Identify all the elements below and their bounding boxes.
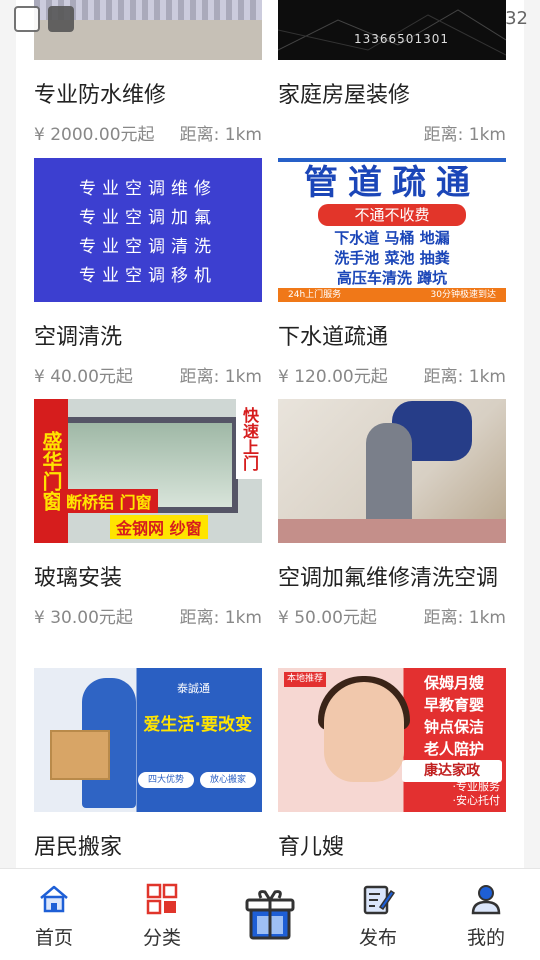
thumbnail-services: ·专业服务 ·安心托付 bbox=[453, 780, 501, 808]
tab-mine[interactable]: 我的 bbox=[432, 869, 540, 960]
thumbnail-line: 金钢网 纱窗 bbox=[110, 515, 208, 539]
service-price: ¥ 120.00元起 bbox=[278, 367, 388, 387]
tab-category[interactable]: 分类 bbox=[108, 869, 216, 960]
technician-graphic bbox=[366, 423, 412, 533]
thumbnail-line: ·专业服务 bbox=[452, 780, 501, 793]
thumbnail-tagline: 快速上门 bbox=[236, 399, 262, 479]
thumbnail-heading: 爱生活·要改变 bbox=[143, 715, 252, 735]
box-graphic bbox=[50, 730, 110, 780]
tab-gift[interactable] bbox=[216, 869, 324, 960]
home-icon bbox=[40, 885, 68, 913]
thumbnail-line: 早教育婴 bbox=[423, 696, 484, 714]
thumbnail-line: 保姆月嫂 bbox=[423, 674, 484, 692]
service-feed[interactable]: 专业防水维修 ¥ 2000.00元起 距离: 1km 13366501301 家… bbox=[16, 0, 524, 870]
thumbnail-footer: 24h上门服务 30分钟极速到达 bbox=[278, 288, 506, 302]
thumbnail-band: 不通不收费 bbox=[318, 204, 466, 226]
thumbnail-line: 断桥铝 门窗 bbox=[60, 489, 158, 513]
service-distance: 距离: 1km bbox=[423, 608, 506, 628]
thumbnail-brand: 盛华门窗 bbox=[34, 399, 68, 543]
thumbnail-line: 专业空调清洗 bbox=[79, 237, 217, 257]
thumbnail-line: 专业空调维修 bbox=[79, 179, 217, 199]
service-meta: 距离: 1km bbox=[278, 120, 506, 145]
user-icon bbox=[471, 885, 501, 915]
service-title: 空调加氟维修清洗空调 bbox=[278, 566, 499, 591]
service-card[interactable]: 管道疏通 不通不收费 下水道 马桶 地漏 洗手池 菜池 抽粪 高压车清洗 蹲坑 … bbox=[278, 158, 506, 387]
service-distance: 距离: 1km bbox=[179, 367, 262, 387]
portrait-face bbox=[324, 682, 404, 782]
thumbnail-pill: 放心搬家 bbox=[200, 772, 256, 788]
thumbnail-line: 洗手池 菜池 抽粪 bbox=[334, 249, 450, 267]
service-card[interactable]: 13366501301 家庭房屋装修 距离: 1km bbox=[278, 0, 506, 145]
status-icons bbox=[14, 6, 74, 32]
service-distance: 距离: 1km bbox=[179, 125, 262, 145]
service-title: 居民搬家 bbox=[34, 835, 123, 860]
service-title: 空调清洗 bbox=[34, 325, 123, 350]
service-price: ¥ 40.00元起 bbox=[34, 367, 133, 387]
thumbnail-line: 钟点保洁 bbox=[423, 718, 484, 736]
notification-icon bbox=[48, 6, 74, 32]
service-card[interactable]: 泰誠通 爱生活·要改变 四大优势 放心搬家 居民搬家 bbox=[34, 668, 262, 862]
thumbnail-line: 高压车清洗 蹲坑 bbox=[336, 269, 448, 287]
service-title: 玻璃安装 bbox=[34, 566, 123, 591]
wireframe-graphic bbox=[278, 9, 506, 56]
service-thumbnail[interactable]: 泰誠通 爱生活·要改变 四大优势 放心搬家 bbox=[34, 668, 262, 812]
service-meta: ¥ 40.00元起 距离: 1km bbox=[34, 362, 262, 387]
service-card[interactable]: 本地推荐 保姆月嫂 早教育婴 钟点保洁 老人陪护 康达家政 ·专业服务 ·安心托… bbox=[278, 668, 506, 862]
thumbnail-lines: 保姆月嫂 早教育婴 钟点保洁 老人陪护 bbox=[406, 672, 502, 760]
service-meta: ¥ 120.00元起 距离: 1km bbox=[278, 362, 506, 387]
status-time: 32 bbox=[505, 8, 528, 29]
service-distance: 距离: 1km bbox=[423, 125, 506, 145]
service-thumbnail[interactable]: 13366501301 bbox=[278, 0, 506, 60]
service-distance: 距离: 1km bbox=[423, 367, 506, 387]
service-distance: 距离: 1km bbox=[179, 608, 262, 628]
bottom-tab-bar: 首页 分类 发布 我的 bbox=[0, 868, 540, 960]
service-meta: ¥ 50.00元起 距离: 1km bbox=[278, 603, 506, 628]
service-thumbnail[interactable]: 本地推荐 保姆月嫂 早教育婴 钟点保洁 老人陪护 康达家政 ·专业服务 ·安心托… bbox=[278, 668, 506, 812]
thumbnail-line: 老人陪护 bbox=[423, 740, 484, 758]
tab-publish-label: 发布 bbox=[358, 927, 397, 949]
tab-home-label: 首页 bbox=[34, 927, 73, 949]
service-thumbnail[interactable]: 专业空调维修 专业空调加氟 专业空调清洗 专业空调移机 bbox=[34, 158, 262, 302]
thumbnail-heading: 管道疏通 bbox=[304, 163, 480, 203]
gift-icon bbox=[245, 889, 295, 939]
tab-home[interactable]: 首页 bbox=[0, 869, 108, 960]
thumbnail-line: 专业空调移机 bbox=[79, 266, 217, 286]
service-price: ¥ 2000.00元起 bbox=[34, 125, 155, 145]
floor-graphic bbox=[278, 519, 506, 543]
service-title: 下水道疏通 bbox=[278, 325, 389, 350]
service-card[interactable]: 空调加氟维修清洗空调 ¥ 50.00元起 距离: 1km bbox=[278, 399, 506, 628]
tab-category-label: 分类 bbox=[142, 927, 181, 949]
tab-publish[interactable]: 发布 bbox=[324, 869, 432, 960]
edit-document-icon bbox=[363, 885, 396, 915]
grid-icon bbox=[146, 883, 178, 915]
service-card[interactable]: 专业空调维修 专业空调加氟 专业空调清洗 专业空调移机 空调清洗 ¥ 40.00… bbox=[34, 158, 262, 387]
thumbnail-footer-left: 24h上门服务 bbox=[288, 290, 342, 300]
service-title: 育儿嫂 bbox=[278, 835, 345, 860]
service-price: ¥ 50.00元起 bbox=[278, 608, 377, 628]
thumbnail-brand: 泰誠通 bbox=[177, 682, 210, 695]
thumbnail-footer-right: 30分钟极速到达 bbox=[430, 290, 496, 300]
thumbnail-phone: 13366501301 bbox=[354, 32, 449, 46]
service-thumbnail[interactable]: 管道疏通 不通不收费 下水道 马桶 地漏 洗手池 菜池 抽粪 高压车清洗 蹲坑 … bbox=[278, 158, 506, 302]
image-icon bbox=[14, 6, 40, 32]
service-thumbnail[interactable] bbox=[278, 399, 506, 543]
service-title: 家庭房屋装修 bbox=[278, 83, 411, 108]
tab-mine-label: 我的 bbox=[466, 927, 505, 949]
thumbnail-line: ·安心托付 bbox=[452, 794, 501, 807]
thumbnail-tag: 本地推荐 bbox=[284, 672, 327, 687]
service-card[interactable]: 盛华门窗 快速上门 断桥铝 门窗 金钢网 纱窗 玻璃安装 ¥ 30.00元起 距… bbox=[34, 399, 262, 628]
thumbnail-line: 专业空调加氟 bbox=[79, 208, 217, 228]
thumbnail-logo: 康达家政 bbox=[402, 760, 502, 782]
service-price: ¥ 30.00元起 bbox=[34, 608, 133, 628]
service-title: 专业防水维修 bbox=[34, 83, 167, 108]
thumbnail-line: 下水道 马桶 地漏 bbox=[334, 229, 450, 247]
service-meta: ¥ 30.00元起 距离: 1km bbox=[34, 603, 262, 628]
service-thumbnail[interactable]: 盛华门窗 快速上门 断桥铝 门窗 金钢网 纱窗 bbox=[34, 399, 262, 543]
thumbnail-pill: 四大优势 bbox=[138, 772, 194, 788]
service-meta: ¥ 2000.00元起 距离: 1km bbox=[34, 120, 262, 145]
